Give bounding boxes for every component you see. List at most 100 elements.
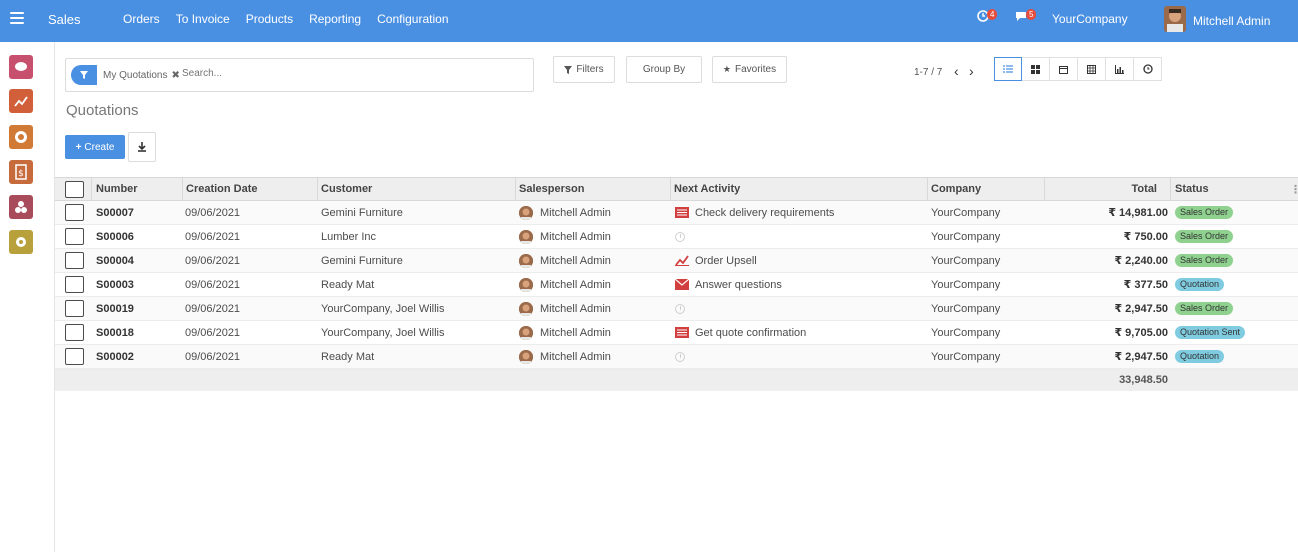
plus-icon: +: [75, 141, 82, 153]
table-header: Number Creation Date Customer Salesperso…: [55, 177, 1298, 201]
column-options-icon[interactable]: ⋮: [1290, 178, 1298, 200]
header-next-activity[interactable]: Next Activity: [674, 178, 740, 200]
company-switcher[interactable]: YourCompany: [1052, 12, 1128, 26]
group-by-button[interactable]: Group By: [626, 56, 702, 83]
activity-count-badge: 4: [987, 9, 998, 20]
apps-icon[interactable]: [9, 195, 33, 219]
salesperson-avatar: [519, 205, 533, 220]
cell-status: Quotation Sent: [1175, 321, 1246, 344]
cell-company: YourCompany: [931, 278, 1001, 291]
export-button[interactable]: [128, 132, 156, 162]
cell-creation-date: 09/06/2021: [185, 326, 241, 339]
cell-total: ₹ 2,947.50: [1114, 303, 1168, 315]
cell-next-activity: Answer questions: [675, 273, 782, 296]
pager-previous-icon[interactable]: ‹: [954, 64, 959, 78]
menu-reporting[interactable]: Reporting: [309, 12, 361, 26]
table-row[interactable]: S00004 09/06/2021 Gemini Furniture Mitchell…: [55, 249, 1298, 273]
clock-icon[interactable]: [675, 351, 685, 362]
header-total[interactable]: Total: [1044, 178, 1157, 200]
cell-company: YourCompany: [931, 350, 1001, 363]
clock-icon[interactable]: [675, 303, 685, 314]
row-checkbox[interactable]: [65, 321, 84, 344]
facet-remove-icon[interactable]: ✖: [171, 70, 179, 81]
table-row[interactable]: S00003 09/06/2021 Ready Mat Mitchell Admin A…: [55, 273, 1298, 297]
menu-to-invoice[interactable]: To Invoice: [176, 12, 230, 26]
user-menu[interactable]: Mitchell Admin: [1193, 14, 1270, 28]
apps-menu-icon[interactable]: [10, 12, 24, 26]
activity-menu[interactable]: 4: [977, 9, 998, 25]
discuss-app-icon[interactable]: [9, 55, 33, 79]
header-creation-date[interactable]: Creation Date: [186, 178, 258, 200]
tasks-icon[interactable]: [675, 207, 689, 218]
favorites-button[interactable]: ★ Favorites: [712, 56, 787, 83]
header-customer[interactable]: Customer: [321, 178, 372, 200]
envelope-icon[interactable]: [675, 279, 689, 290]
create-button[interactable]: + Create: [65, 135, 125, 159]
cell-status: Sales Order: [1175, 297, 1234, 320]
header-status[interactable]: Status: [1175, 178, 1209, 200]
menu-configuration[interactable]: Configuration: [377, 12, 448, 26]
header-number[interactable]: Number: [96, 178, 138, 200]
status-badge: Sales Order: [1175, 254, 1234, 267]
table-row[interactable]: S00006 09/06/2021 Lumber Inc Mitchell Admin…: [55, 225, 1298, 249]
app-brand[interactable]: Sales: [48, 12, 81, 27]
table-row[interactable]: S00007 09/06/2021 Gemini Furniture Mitchell…: [55, 201, 1298, 225]
header-salesperson[interactable]: Salesperson: [519, 178, 584, 200]
facet-label: My Quotations: [103, 69, 168, 81]
row-checkbox[interactable]: [65, 249, 84, 272]
kanban-view-icon[interactable]: [1022, 57, 1050, 81]
cell-company: YourCompany: [931, 254, 1001, 267]
row-checkbox[interactable]: [65, 297, 84, 320]
table-row[interactable]: S00018 09/06/2021 YourCompany, Joel Willis…: [55, 321, 1298, 345]
row-checkbox[interactable]: [65, 273, 84, 296]
cell-company: YourCompany: [931, 326, 1001, 339]
settings-app-icon[interactable]: [9, 230, 33, 254]
status-badge: Quotation: [1175, 278, 1225, 291]
cell-next-activity: [675, 297, 685, 320]
list-view-icon[interactable]: [994, 57, 1022, 81]
search-facet: My Quotations ✖: [71, 65, 180, 85]
cell-total: ₹ 377.50: [1123, 279, 1168, 291]
calendar-view-icon[interactable]: [1050, 57, 1078, 81]
clock-icon[interactable]: [675, 231, 685, 242]
status-badge: Sales Order: [1175, 230, 1234, 243]
header-company[interactable]: Company: [931, 178, 981, 200]
menu-products[interactable]: Products: [246, 12, 293, 26]
user-avatar[interactable]: [1164, 6, 1186, 32]
cell-total: ₹ 9,705.00: [1114, 327, 1168, 339]
search-input[interactable]: [182, 68, 522, 79]
trend-icon[interactable]: [675, 255, 689, 266]
row-checkbox[interactable]: [65, 225, 84, 248]
cell-salesperson: Mitchell Admin: [519, 321, 611, 344]
cell-company: YourCompany: [931, 230, 1001, 243]
tasks-icon[interactable]: [675, 327, 689, 338]
cell-salesperson: Mitchell Admin: [519, 249, 611, 272]
cell-total: ₹ 750.00: [1123, 231, 1168, 243]
table-row[interactable]: S00002 09/06/2021 Ready Mat Mitchell Admin Y…: [55, 345, 1298, 369]
pager-value[interactable]: 1-7 / 7: [914, 67, 942, 78]
svg-text:$: $: [18, 169, 24, 179]
website-app-icon[interactable]: [9, 125, 33, 149]
filters-button[interactable]: Filters: [553, 56, 615, 83]
table-body: S00007 09/06/2021 Gemini Furniture Mitchell…: [55, 201, 1298, 369]
row-checkbox[interactable]: [65, 201, 84, 224]
invoice-app-icon[interactable]: $: [9, 160, 33, 184]
row-checkbox[interactable]: [65, 345, 84, 368]
chart-app-icon[interactable]: [9, 89, 33, 113]
cell-next-activity: [675, 225, 685, 248]
view-switcher: [994, 57, 1162, 81]
pivot-view-icon[interactable]: [1078, 57, 1106, 81]
cell-total: ₹ 2,947.50: [1114, 351, 1168, 363]
menu-orders[interactable]: Orders: [123, 12, 160, 26]
cell-creation-date: 09/06/2021: [185, 230, 241, 243]
pager-next-icon[interactable]: ›: [969, 64, 974, 78]
table-row[interactable]: S00019 09/06/2021 YourCompany, Joel Willis…: [55, 297, 1298, 321]
messaging-menu[interactable]: 5: [1015, 9, 1037, 25]
activity-view-icon[interactable]: [1134, 57, 1162, 81]
user-face-icon: [1164, 6, 1186, 32]
cell-next-activity: Check delivery requirements: [675, 201, 834, 224]
select-all-checkbox[interactable]: [65, 178, 84, 200]
cell-number: S00002: [96, 350, 134, 363]
graph-view-icon[interactable]: [1106, 57, 1134, 81]
salesperson-avatar: [519, 277, 533, 292]
